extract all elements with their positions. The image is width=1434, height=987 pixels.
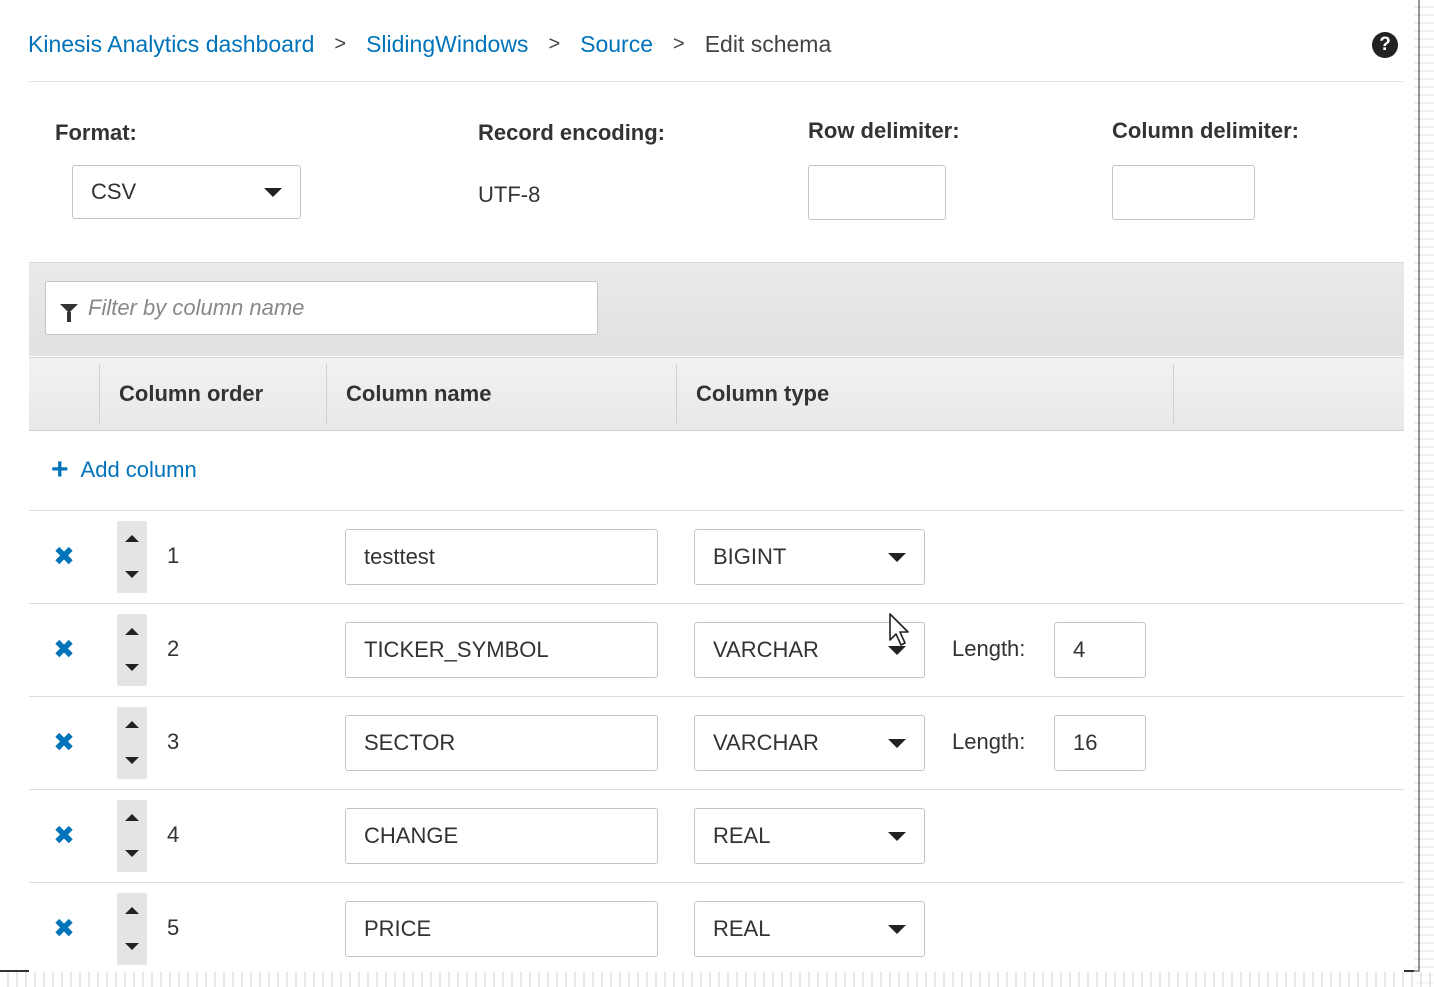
edit-schema-panel: Kinesis Analytics dashboard > SlidingWin… bbox=[0, 0, 1420, 972]
column-name-input[interactable]: TICKER_SYMBOL bbox=[345, 622, 658, 678]
format-label: Format: bbox=[55, 120, 137, 145]
column-type-select[interactable]: BIGINT bbox=[694, 529, 925, 585]
caret-down-icon bbox=[125, 850, 139, 857]
header-column-type[interactable]: Column type bbox=[676, 358, 1173, 430]
breadcrumb-source-link[interactable]: Source bbox=[580, 31, 653, 58]
order-stepper bbox=[117, 521, 147, 593]
caret-down-icon bbox=[125, 664, 139, 671]
delete-row-icon[interactable]: ✖ bbox=[51, 729, 77, 755]
torn-edge bbox=[1414, 0, 1434, 987]
filter-placeholder: Filter by column name bbox=[88, 295, 305, 320]
column-order-value: 3 bbox=[167, 729, 180, 754]
breadcrumb-application-link[interactable]: SlidingWindows bbox=[366, 31, 528, 58]
header-column-order[interactable]: Column order bbox=[99, 358, 326, 430]
table-row: ✖ 1 testtest BIGINT bbox=[29, 511, 1404, 604]
column-type-value: BIGINT bbox=[713, 544, 787, 569]
column-type-value: VARCHAR bbox=[713, 637, 819, 662]
table-row: ✖ 3 SECTOR VARCHAR Length: 16 bbox=[29, 697, 1404, 790]
column-order-value: 5 bbox=[167, 915, 180, 940]
caret-down-icon bbox=[125, 943, 139, 950]
caret-up-icon bbox=[125, 907, 139, 914]
filter-input[interactable]: Filter by column name bbox=[45, 281, 598, 335]
caret-up-icon bbox=[125, 535, 139, 542]
divider bbox=[28, 81, 1404, 82]
column-type-value: REAL bbox=[713, 916, 771, 941]
add-column-row: + Add column bbox=[29, 431, 1404, 511]
delete-row-icon[interactable]: ✖ bbox=[51, 822, 77, 848]
add-column-label: Add column bbox=[80, 457, 197, 482]
funnel-icon bbox=[60, 303, 78, 322]
column-order-value: 1 bbox=[167, 543, 180, 568]
record-encoding-value: UTF-8 bbox=[478, 182, 541, 207]
move-up-button[interactable] bbox=[117, 521, 147, 557]
column-delimiter-input[interactable] bbox=[1112, 165, 1255, 220]
delete-row-icon[interactable]: ✖ bbox=[51, 636, 77, 662]
length-input[interactable]: 16 bbox=[1054, 715, 1146, 771]
breadcrumb: Kinesis Analytics dashboard > SlidingWin… bbox=[28, 28, 831, 60]
column-delimiter-label: Column delimiter: bbox=[1112, 118, 1300, 143]
move-up-button[interactable] bbox=[117, 800, 147, 836]
column-type-value: REAL bbox=[713, 823, 771, 848]
torn-edge bbox=[0, 972, 1434, 987]
table-header: Column order Column name Column type bbox=[29, 357, 1404, 431]
chevron-down-icon bbox=[888, 832, 906, 841]
table-row: ✖ 5 PRICE REAL bbox=[29, 883, 1404, 972]
chevron-down-icon bbox=[888, 553, 906, 562]
move-up-button[interactable] bbox=[117, 893, 147, 929]
move-down-button[interactable] bbox=[117, 650, 147, 686]
breadcrumb-current: Edit schema bbox=[704, 30, 832, 57]
column-name-input[interactable]: CHANGE bbox=[345, 808, 658, 864]
mouse-pointer-icon bbox=[889, 613, 909, 646]
chevron-down-icon bbox=[888, 925, 906, 934]
column-name-input[interactable]: PRICE bbox=[345, 901, 658, 957]
format-value: CSV bbox=[91, 179, 137, 204]
move-up-button[interactable] bbox=[117, 707, 147, 743]
order-stepper bbox=[117, 614, 147, 686]
caret-up-icon bbox=[125, 628, 139, 635]
column-type-select[interactable]: REAL bbox=[694, 808, 925, 864]
move-up-button[interactable] bbox=[117, 614, 147, 650]
length-input[interactable]: 4 bbox=[1054, 622, 1146, 678]
length-label: Length: bbox=[952, 729, 1026, 754]
column-type-value: VARCHAR bbox=[713, 730, 819, 755]
breadcrumb-separator: > bbox=[673, 32, 685, 55]
column-type-select[interactable]: VARCHAR bbox=[694, 715, 925, 771]
row-delimiter-input[interactable] bbox=[808, 165, 946, 220]
caret-down-icon bbox=[125, 757, 139, 764]
move-down-button[interactable] bbox=[117, 743, 147, 779]
row-delimiter-label: Row delimiter: bbox=[808, 118, 960, 143]
record-encoding-label: Record encoding: bbox=[478, 120, 666, 145]
table-row: ✖ 2 TICKER_SYMBOL VARCHAR Length: 4 bbox=[29, 604, 1404, 697]
column-type-select[interactable]: REAL bbox=[694, 901, 925, 957]
question-circle-icon[interactable]: ? bbox=[1372, 32, 1398, 58]
move-down-button[interactable] bbox=[117, 557, 147, 593]
breadcrumb-dashboard-link[interactable]: Kinesis Analytics dashboard bbox=[28, 31, 314, 58]
column-name-input[interactable]: testtest bbox=[345, 529, 658, 585]
order-stepper bbox=[117, 707, 147, 779]
column-divider bbox=[1173, 364, 1174, 424]
delete-row-icon[interactable]: ✖ bbox=[51, 543, 77, 569]
delete-row-icon[interactable]: ✖ bbox=[51, 915, 77, 941]
format-select[interactable]: CSV bbox=[72, 165, 301, 219]
header-column-name[interactable]: Column name bbox=[326, 358, 676, 430]
move-down-button[interactable] bbox=[117, 929, 147, 965]
breadcrumb-separator: > bbox=[334, 32, 347, 55]
move-down-button[interactable] bbox=[117, 836, 147, 872]
caret-up-icon bbox=[125, 721, 139, 728]
plus-icon: + bbox=[51, 453, 69, 486]
chevron-down-icon bbox=[888, 739, 906, 748]
table-row: ✖ 4 CHANGE REAL bbox=[29, 790, 1404, 883]
add-column-button[interactable]: + Add column bbox=[51, 455, 197, 485]
column-order-value: 2 bbox=[167, 636, 180, 661]
order-stepper bbox=[117, 800, 147, 872]
length-label: Length: bbox=[952, 636, 1026, 661]
breadcrumb-separator: > bbox=[548, 32, 561, 55]
column-order-value: 4 bbox=[167, 822, 180, 847]
chevron-down-icon bbox=[264, 188, 282, 197]
column-name-input[interactable]: SECTOR bbox=[345, 715, 658, 771]
caret-down-icon bbox=[125, 571, 139, 578]
caret-up-icon bbox=[125, 814, 139, 821]
order-stepper bbox=[117, 893, 147, 965]
